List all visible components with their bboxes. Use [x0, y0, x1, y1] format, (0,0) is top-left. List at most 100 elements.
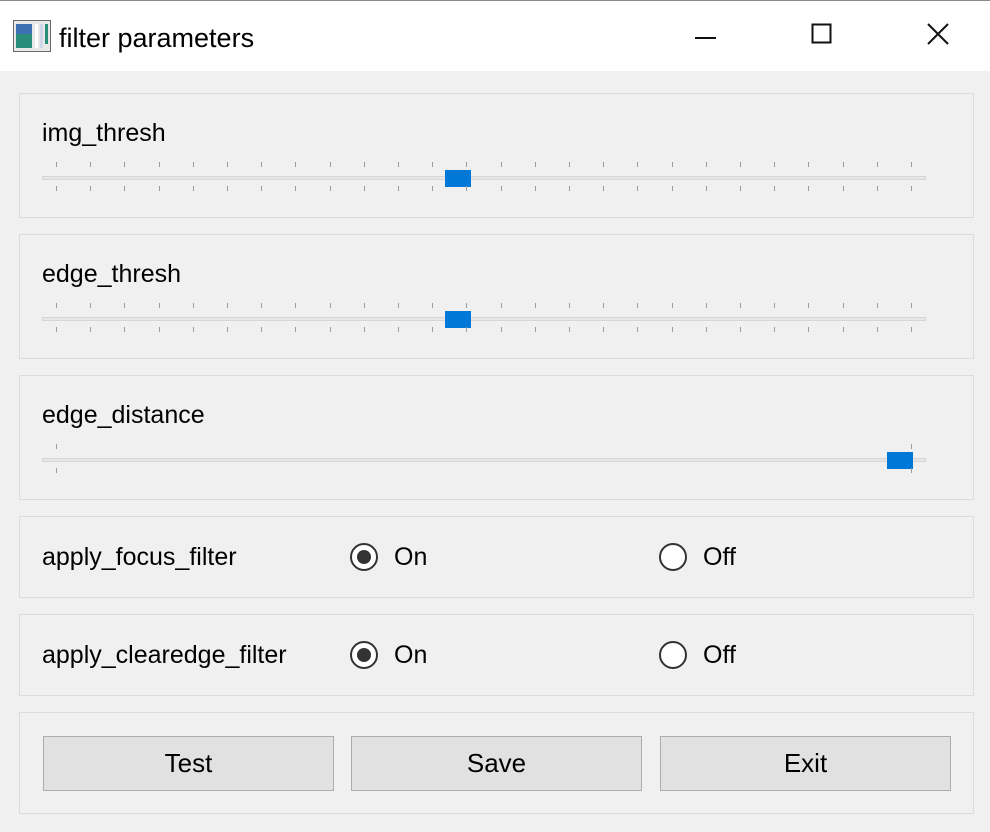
save-button[interactable]: Save [351, 736, 642, 791]
slider-tick [432, 303, 434, 308]
edge-thresh-slider[interactable] [42, 299, 926, 335]
slider-tick [569, 327, 570, 332]
slider-tick [329, 162, 331, 167]
slider-tick [192, 186, 194, 191]
slider-handle[interactable] [445, 311, 472, 328]
exit-button[interactable]: Exit [660, 736, 951, 791]
slider-tick [500, 162, 502, 167]
slider-tick [842, 162, 844, 167]
slider-tick [534, 303, 536, 308]
slider-tick [569, 186, 570, 191]
slider-tick [740, 303, 741, 308]
slider-tick [227, 327, 228, 332]
focus-filter-off-radio[interactable]: Off [659, 539, 736, 575]
clearedge-filter-group: apply_clearedge_filter On Off [19, 614, 974, 696]
slider-groove [42, 317, 926, 321]
slider-tick [876, 303, 878, 308]
slider-tick [192, 327, 194, 332]
maximize-button[interactable] [764, 1, 880, 71]
slider-tick [740, 162, 741, 167]
slider-tick [295, 162, 297, 167]
focus-filter-label: apply_focus_filter [42, 543, 237, 571]
edge-thresh-label: edge_thresh [42, 260, 182, 288]
slider-tick [740, 186, 741, 191]
slider-tick [329, 186, 331, 191]
slider-tick [56, 303, 57, 308]
slider-tick [466, 303, 468, 308]
slider-tick [569, 303, 570, 308]
minimize-button[interactable] [648, 1, 764, 71]
slider-tick [56, 162, 57, 167]
focus-filter-on-radio[interactable]: On [350, 539, 427, 575]
edge-thresh-group: edge_thresh [19, 234, 974, 359]
slider-tick [637, 327, 639, 332]
window-title: filter parameters [59, 23, 255, 53]
slider-tick [705, 162, 707, 167]
slider-tick [227, 162, 228, 167]
slider-tick [603, 162, 605, 167]
maximize-icon [811, 23, 833, 50]
slider-groove [42, 176, 926, 180]
radio-circle [350, 641, 378, 669]
slider-tick [842, 327, 844, 332]
edge-distance-label: edge_distance [42, 401, 205, 429]
slider-tick [637, 162, 639, 167]
clearedge-filter-on-radio[interactable]: On [350, 637, 427, 673]
slider-tick [363, 303, 365, 308]
slider-tick [124, 162, 126, 167]
edge-distance-slider[interactable] [42, 440, 926, 476]
slider-tick [603, 327, 605, 332]
slider-tick [56, 444, 57, 449]
slider-handle[interactable] [887, 452, 914, 469]
slider-tick [534, 327, 536, 332]
slider-tick [808, 186, 810, 191]
slider-tick [500, 327, 502, 332]
clearedge-filter-label: apply_clearedge_filter [42, 641, 287, 669]
radio-label: Off [703, 640, 736, 669]
slider-tick [911, 186, 912, 191]
slider-tick [911, 327, 912, 332]
close-button[interactable] [880, 1, 990, 71]
slider-tick [774, 327, 776, 332]
slider-tick [56, 468, 57, 473]
slider-tick [56, 327, 57, 332]
slider-tick [398, 327, 399, 332]
slider-tick [124, 327, 126, 332]
slider-tick [671, 186, 673, 191]
slider-tick [261, 327, 263, 332]
slider-tick [705, 303, 707, 308]
focus-filter-group: apply_focus_filter On Off [19, 516, 974, 598]
slider-tick [705, 186, 707, 191]
slider-tick [192, 162, 194, 167]
slider-tick [432, 162, 434, 167]
slider-tick [808, 303, 810, 308]
slider-tick [705, 327, 707, 332]
slider-tick [90, 303, 92, 308]
slider-tick [774, 186, 776, 191]
radio-circle [659, 543, 687, 571]
slider-tick [637, 303, 639, 308]
slider-handle[interactable] [445, 170, 472, 187]
slider-tick [466, 162, 468, 167]
slider-tick [740, 327, 741, 332]
slider-tick [261, 186, 263, 191]
slider-tick [295, 186, 297, 191]
test-button[interactable]: Test [43, 736, 334, 791]
clearedge-filter-off-radio[interactable]: Off [659, 637, 736, 673]
img-thresh-group: img_thresh [19, 93, 974, 218]
slider-tick [329, 327, 331, 332]
img-thresh-slider[interactable] [42, 158, 926, 194]
slider-tick [637, 186, 639, 191]
slider-tick [329, 303, 331, 308]
slider-tick [90, 186, 92, 191]
slider-tick [124, 303, 126, 308]
slider-tick [569, 162, 570, 167]
slider-tick [876, 327, 878, 332]
slider-tick [227, 186, 228, 191]
slider-tick [90, 162, 92, 167]
edge-distance-group: edge_distance [19, 375, 974, 500]
slider-tick [842, 303, 844, 308]
slider-tick [466, 327, 468, 332]
slider-tick [774, 303, 776, 308]
slider-tick [876, 162, 878, 167]
